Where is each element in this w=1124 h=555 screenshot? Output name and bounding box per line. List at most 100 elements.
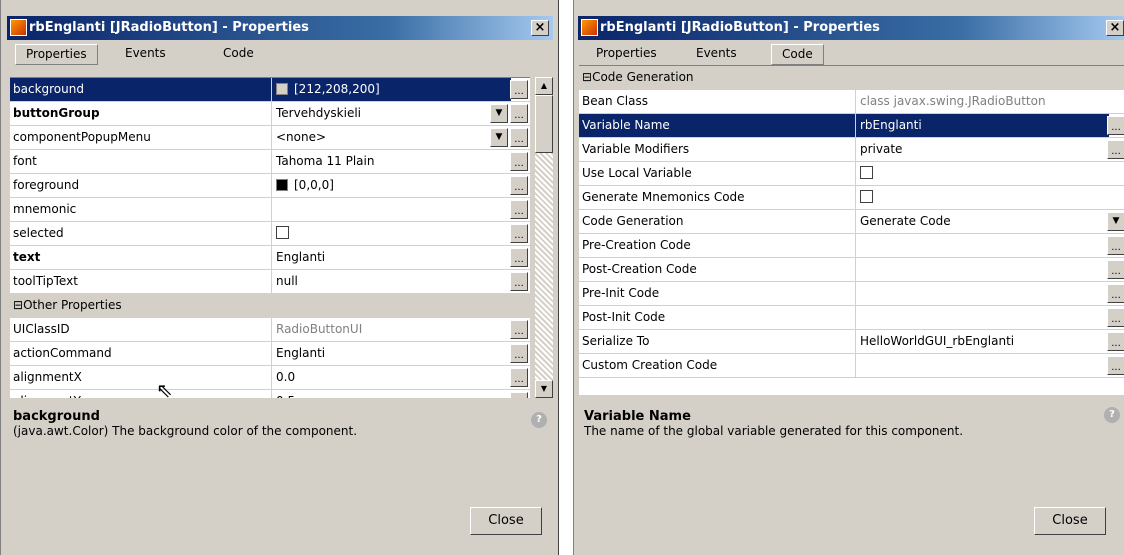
ellipsis-button[interactable]: ... xyxy=(510,320,528,339)
property-value[interactable]: [0,0,0] xyxy=(271,174,511,197)
ellipsis-button[interactable]: ... xyxy=(510,392,528,398)
tab-events[interactable]: Events xyxy=(686,44,747,65)
tab-code[interactable]: Code xyxy=(771,44,824,65)
property-row-custom-creation-code[interactable]: Custom Creation Code... xyxy=(579,354,1124,378)
tab-properties[interactable]: Properties xyxy=(586,44,667,65)
collapse-icon[interactable]: ⊟ xyxy=(13,298,23,312)
property-value[interactable]: class javax.swing.JRadioButton xyxy=(855,90,1109,113)
ellipsis-button[interactable]: ... xyxy=(1107,308,1124,327)
property-value[interactable] xyxy=(271,198,511,221)
ellipsis-button[interactable]: ... xyxy=(510,368,528,387)
help-icon[interactable]: ? xyxy=(1104,407,1120,423)
property-row-selected[interactable]: selected... xyxy=(10,222,530,246)
ellipsis-button[interactable]: ... xyxy=(1107,260,1124,279)
property-value[interactable] xyxy=(855,282,1109,305)
property-row-serialize-to[interactable]: Serialize To HelloWorldGUI_rbEnglanti... xyxy=(579,330,1124,354)
property-row-uiclassid[interactable]: UIClassID RadioButtonUI... xyxy=(10,318,530,342)
property-row-generate-mnemonics-code[interactable]: Generate Mnemonics Code xyxy=(579,186,1124,210)
window-close-icon[interactable]: × xyxy=(1106,20,1124,36)
property-name: Code Generation xyxy=(579,210,855,233)
property-value[interactable]: Tahoma 11 Plain xyxy=(271,150,511,173)
property-row-post-creation-code[interactable]: Post-Creation Code... xyxy=(579,258,1124,282)
property-value[interactable]: 0.5 xyxy=(271,390,511,398)
property-row-post-init-code[interactable]: Post-Init Code... xyxy=(579,306,1124,330)
property-row-actioncommand[interactable]: actionCommand Englanti... xyxy=(10,342,530,366)
property-row-other-properties[interactable]: ⊟Other Properties xyxy=(10,294,530,318)
property-value[interactable]: 0.0 xyxy=(271,366,511,389)
property-value[interactable]: rbEnglanti xyxy=(855,114,1109,137)
property-row-font[interactable]: font Tahoma 11 Plain... xyxy=(10,150,530,174)
help-icon[interactable]: ? xyxy=(531,412,547,428)
ellipsis-button[interactable]: ... xyxy=(1107,116,1124,135)
dropdown-arrow-icon[interactable]: ▼ xyxy=(490,128,508,147)
checkbox[interactable] xyxy=(860,190,873,203)
property-row-variable-name[interactable]: Variable Name rbEnglanti... xyxy=(579,114,1124,138)
ellipsis-button[interactable]: ... xyxy=(510,200,528,219)
ellipsis-button[interactable]: ... xyxy=(510,104,528,123)
property-row-pre-creation-code[interactable]: Pre-Creation Code... xyxy=(579,234,1124,258)
property-value[interactable]: Generate Code xyxy=(855,210,1109,233)
window-close-icon[interactable]: × xyxy=(531,20,549,36)
ellipsis-button[interactable]: ... xyxy=(510,176,528,195)
window-title-bar[interactable]: rbEnglanti [JRadioButton] - Properties × xyxy=(578,16,1124,40)
property-value[interactable] xyxy=(855,186,1109,209)
property-value[interactable]: private xyxy=(855,138,1109,161)
ellipsis-button[interactable]: ... xyxy=(510,152,528,171)
scroll-down-icon[interactable]: ▼ xyxy=(535,380,553,398)
close-button[interactable]: Close xyxy=(1034,507,1106,535)
property-value[interactable]: [212,208,200] xyxy=(271,78,511,101)
checkbox[interactable] xyxy=(860,166,873,179)
property-row-alignmenty[interactable]: alignmentY 0.5... xyxy=(10,390,530,398)
property-row-buttongroup[interactable]: buttonGroup Tervehdyskieli ▼... xyxy=(10,102,530,126)
ellipsis-button[interactable]: ... xyxy=(510,344,528,363)
property-value[interactable]: Tervehdyskieli xyxy=(271,102,511,125)
vertical-scrollbar[interactable]: ▲ ▼ xyxy=(535,77,553,398)
property-row-code-generation[interactable]: Code Generation Generate Code ▼ xyxy=(579,210,1124,234)
ellipsis-button[interactable]: ... xyxy=(510,80,528,99)
dropdown-arrow-icon[interactable]: ▼ xyxy=(1107,212,1124,231)
property-row-tooltiptext[interactable]: toolTipText null... xyxy=(10,270,530,294)
tab-properties[interactable]: Properties xyxy=(15,44,98,65)
property-row-use-local-variable[interactable]: Use Local Variable xyxy=(579,162,1124,186)
ellipsis-button[interactable]: ... xyxy=(510,272,528,291)
scroll-up-icon[interactable]: ▲ xyxy=(535,77,553,95)
ellipsis-button[interactable]: ... xyxy=(510,224,528,243)
property-value[interactable]: Englanti xyxy=(271,342,511,365)
ellipsis-button[interactable]: ... xyxy=(1107,140,1124,159)
ellipsis-button[interactable]: ... xyxy=(1107,236,1124,255)
property-value[interactable]: HelloWorldGUI_rbEnglanti xyxy=(855,330,1109,353)
tab-events[interactable]: Events xyxy=(115,44,176,65)
tab-code[interactable]: Code xyxy=(213,44,264,65)
property-row-variable-modifiers[interactable]: Variable Modifiers private... xyxy=(579,138,1124,162)
dropdown-arrow-icon[interactable]: ▼ xyxy=(490,104,508,123)
property-row-code-generation[interactable]: ⊟Code Generation xyxy=(579,66,1124,90)
property-value[interactable] xyxy=(855,306,1109,329)
property-value[interactable]: RadioButtonUI xyxy=(271,318,511,341)
ellipsis-button[interactable]: ... xyxy=(1107,356,1124,375)
property-value[interactable]: Englanti xyxy=(271,246,511,269)
property-value[interactable]: <none> xyxy=(271,126,511,149)
property-value[interactable]: null xyxy=(271,270,511,293)
property-row-text[interactable]: text Englanti... xyxy=(10,246,530,270)
property-row-background[interactable]: background [212,208,200]... xyxy=(10,78,530,102)
ellipsis-button[interactable]: ... xyxy=(510,128,528,147)
ellipsis-button[interactable]: ... xyxy=(1107,332,1124,351)
property-row-componentpopupmenu[interactable]: componentPopupMenu <none> ▼... xyxy=(10,126,530,150)
collapse-icon[interactable]: ⊟ xyxy=(582,70,592,84)
ellipsis-button[interactable]: ... xyxy=(510,248,528,267)
property-row-mnemonic[interactable]: mnemonic... xyxy=(10,198,530,222)
property-row-bean-class[interactable]: Bean Class class javax.swing.JRadioButton xyxy=(579,90,1124,114)
property-value[interactable] xyxy=(271,222,511,245)
property-value[interactable] xyxy=(855,354,1109,377)
property-value[interactable] xyxy=(855,258,1109,281)
checkbox[interactable] xyxy=(276,226,289,239)
property-value[interactable] xyxy=(855,162,1109,185)
property-row-foreground[interactable]: foreground [0,0,0]... xyxy=(10,174,530,198)
property-row-pre-init-code[interactable]: Pre-Init Code... xyxy=(579,282,1124,306)
property-row-alignmentx[interactable]: alignmentX 0.0... xyxy=(10,366,530,390)
window-title-bar[interactable]: rbEnglanti [JRadioButton] - Properties × xyxy=(7,16,553,40)
ellipsis-button[interactable]: ... xyxy=(1107,284,1124,303)
scroll-thumb[interactable] xyxy=(535,95,553,153)
property-value[interactable] xyxy=(855,234,1109,257)
close-button[interactable]: Close xyxy=(470,507,542,535)
